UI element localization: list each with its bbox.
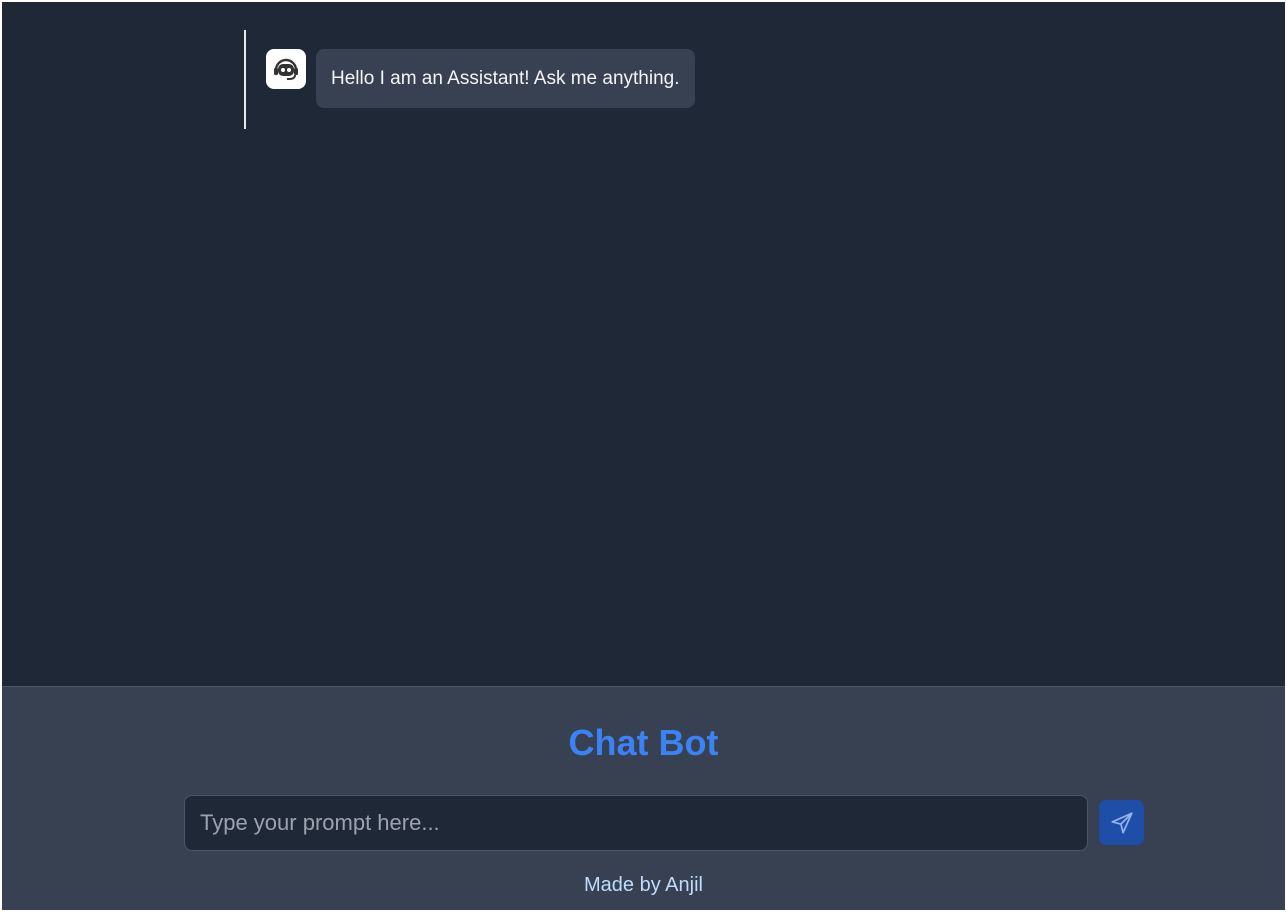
chat-app: Hello I am an Assistant! Ask me anything… xyxy=(2,2,1285,910)
robot-icon xyxy=(274,58,298,80)
assistant-avatar xyxy=(266,49,306,89)
assistant-message-bubble: Hello I am an Assistant! Ask me anything… xyxy=(316,49,695,108)
chat-footer: Chat Bot Made by Anjil xyxy=(2,686,1285,910)
chat-messages-area: Hello I am an Assistant! Ask me anything… xyxy=(2,2,1285,686)
app-title: Chat Bot xyxy=(568,722,719,763)
credit-text: Made by Anjil xyxy=(584,874,703,896)
send-button[interactable] xyxy=(1099,800,1144,845)
prompt-input[interactable] xyxy=(184,795,1088,851)
send-icon xyxy=(1110,811,1133,834)
thread-divider xyxy=(244,30,246,129)
